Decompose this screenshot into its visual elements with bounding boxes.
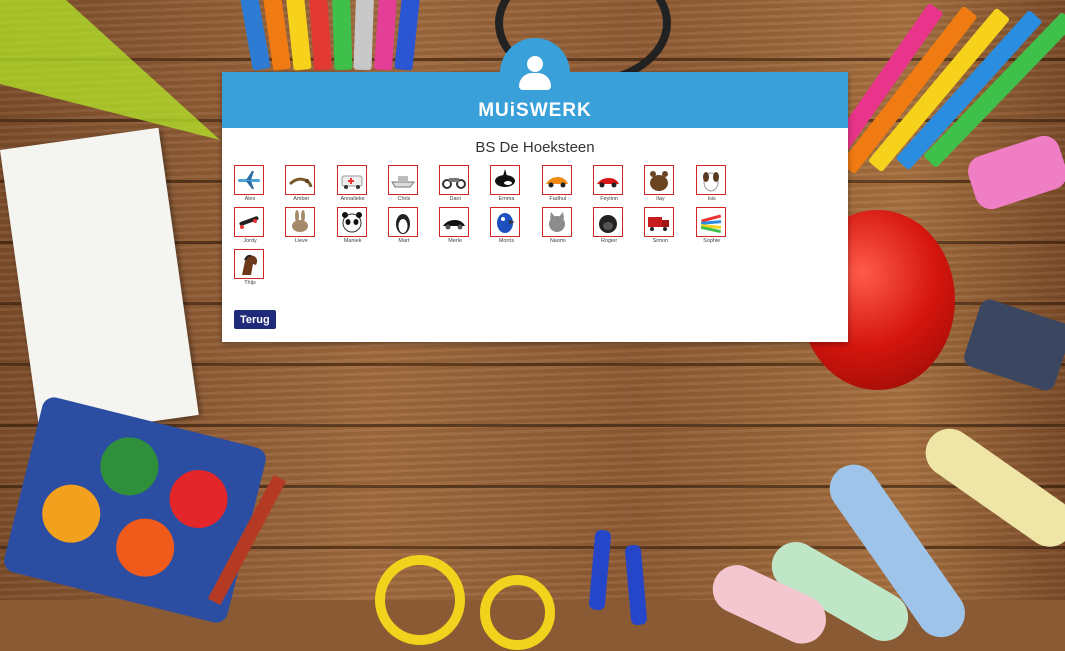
pupil-name: Fadhul [549,196,567,202]
pupil-name: Naomi [549,238,566,244]
pupil-item-lieve[interactable]: Lieve [285,207,336,244]
cat-icon[interactable] [541,207,572,237]
pupil-name: Emma [498,196,515,202]
card-header: MUiSWERK [222,38,848,128]
pupil-item-sophie[interactable]: Sophie [695,207,747,244]
pencils-decoration [237,0,445,72]
skateboard-icon[interactable] [234,207,264,237]
truck-icon[interactable] [644,207,675,237]
pupil-name: Amber [293,196,310,202]
pupil-name: Dani [449,196,461,202]
school-title: BS De Hoeksteen [475,139,595,156]
pupil-item-fadhul[interactable]: Fadhul [541,165,593,202]
brand-logo: MUiSWERK [478,100,592,121]
panda-icon[interactable] [336,207,367,237]
pupil-item-ilay[interactable]: Ilay [644,165,695,202]
pupil-item-maniek[interactable]: Maniek [336,207,388,244]
pupil-name: Isis [707,196,716,202]
airplane-icon[interactable] [234,165,264,195]
pupil-name: Alex [244,196,256,202]
sports-car-orange-icon[interactable] [541,165,572,195]
pupil-item-naomi[interactable]: Naomi [541,207,593,244]
pupil-item-amber[interactable]: Amber [285,165,336,202]
pupil-name: Sophie [703,238,721,244]
sports-car-red-icon[interactable] [593,165,624,195]
scissors-decoration [375,555,465,645]
pupil-item-feylinn[interactable]: Feylinn [593,165,644,202]
pupil-name: Thijs [244,280,256,286]
pupil-item-rogier[interactable]: Rogier [593,207,644,244]
pupil-name: Mart [398,238,410,244]
pupil-name: Feylinn [600,196,618,202]
pupil-item-merle[interactable]: Merle [439,207,490,244]
dog-icon[interactable] [695,165,726,195]
pupil-item-dani[interactable]: Dani [439,165,490,202]
pupil-select-card: MUiSWERK BS De Hoeksteen Alex Amber Anna… [222,38,848,342]
pupil-item-emma[interactable]: Emma [490,165,541,202]
pupil-name: Rogier [600,238,618,244]
scissors-handle-decoration [480,575,555,650]
pupil-item-alex[interactable]: Alex [234,165,285,202]
pupil-item-thijs[interactable]: Thijs [234,249,285,286]
pupil-name: Chris [397,196,411,202]
pupil-item-morris[interactable]: Morris [490,207,541,244]
boat-icon[interactable] [387,165,418,195]
black-car-icon[interactable] [439,207,470,237]
parrot-icon[interactable] [490,207,521,237]
pupil-item-mart[interactable]: Mart [387,207,439,244]
pupil-name: Simon [652,238,669,244]
horse-icon[interactable] [234,249,264,279]
color-pencils-icon[interactable] [695,207,726,237]
penguin-icon[interactable] [387,207,418,237]
back-button[interactable]: Terug [234,310,276,329]
pupil-name: Jordy [243,238,257,244]
pupil-item-chris[interactable]: Chris [387,165,439,202]
pupil-grid: Alex Amber Annalieke Chris Dani Emma Fad… [234,165,754,286]
bear-icon[interactable] [644,165,675,195]
motorcycle-icon[interactable] [439,165,470,195]
rabbit-icon[interactable] [285,207,316,237]
pupil-name: Ilay [656,196,665,202]
pupil-item-annalieke[interactable]: Annalieke [336,165,388,202]
pupil-name: Annalieke [340,196,365,202]
ambulance-icon[interactable] [336,165,367,195]
lizard-icon[interactable] [285,165,316,195]
pupil-item-jordy[interactable]: Jordy [234,207,285,244]
pupil-name: Merle [448,238,463,244]
pupil-name: Maniek [343,238,362,244]
gorilla-icon[interactable] [593,207,624,237]
pupil-name: Morris [498,238,515,244]
pupil-name: Lieve [294,238,308,244]
pupil-item-simon[interactable]: Simon [644,207,695,244]
orca-icon[interactable] [490,165,521,195]
pupil-item-isis[interactable]: Isis [695,165,747,202]
